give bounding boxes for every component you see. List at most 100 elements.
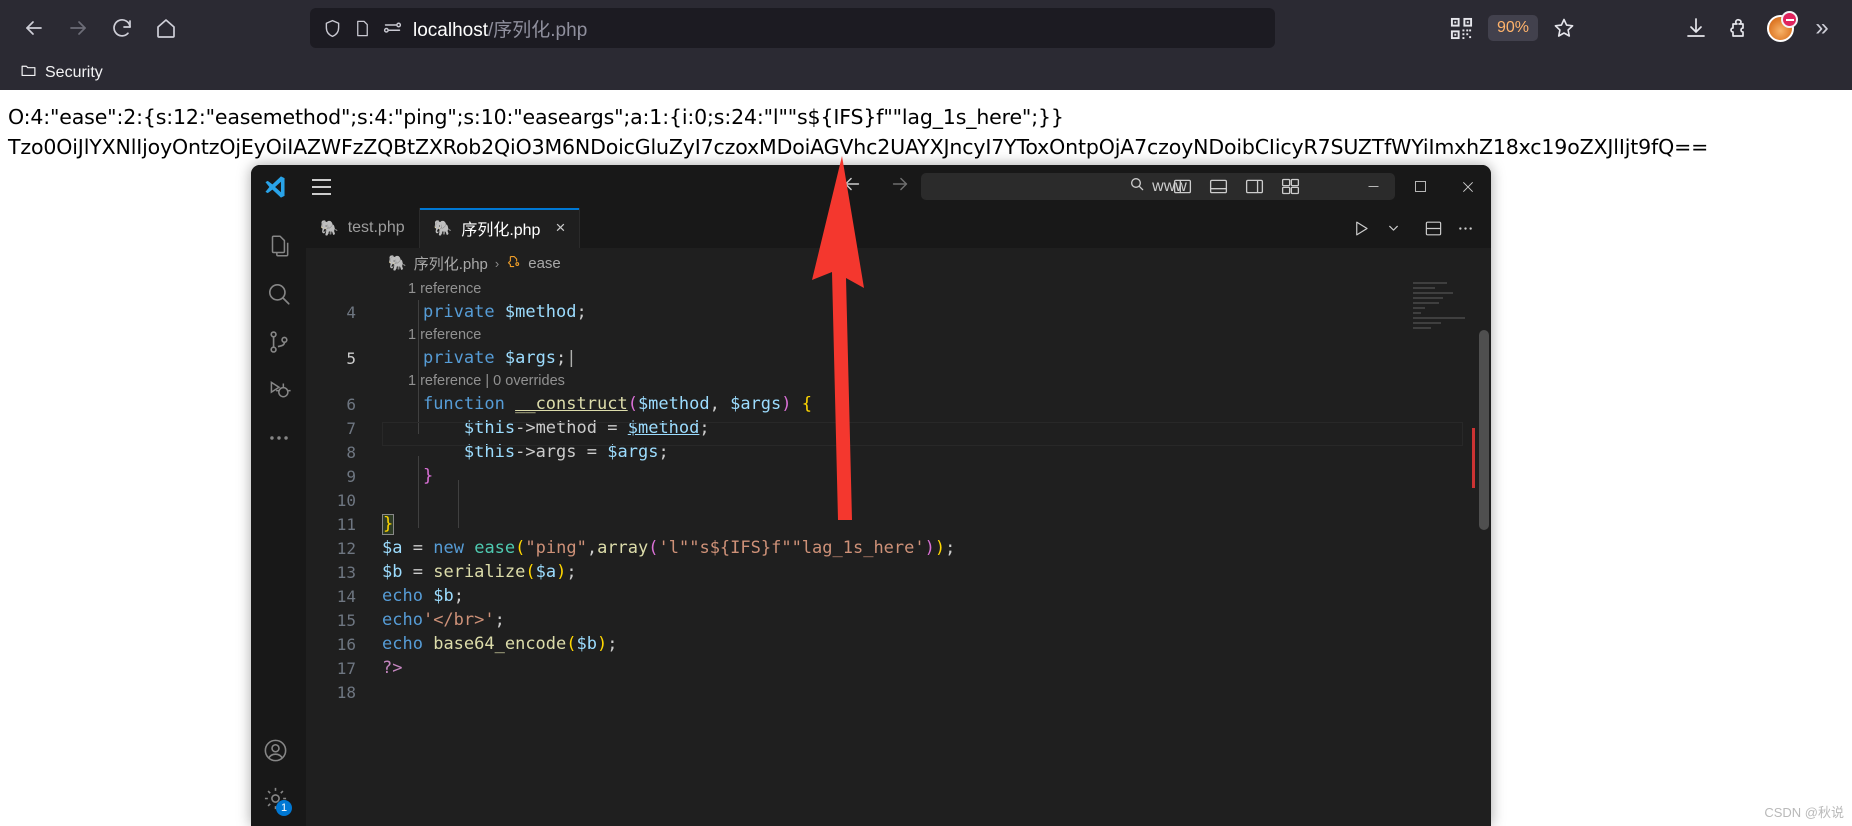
activity-bar-bottom: 1: [251, 726, 306, 822]
nav-button-group: [0, 8, 186, 48]
code-row: 14 echo $b;: [306, 584, 1491, 608]
more-actions-icon[interactable]: [1451, 214, 1479, 242]
code-row: 8 $this->args = $args;: [306, 440, 1491, 464]
code-row: 16 echo base64_encode($b);: [306, 632, 1491, 656]
code-row: 6 function __construct($method, $args) {: [306, 392, 1491, 416]
tab-xuliehua-php[interactable]: 🐘 序列化.php ×: [419, 208, 581, 248]
customize-layout-icon[interactable]: [1277, 174, 1303, 200]
bookmarks-bar: Security: [0, 56, 1852, 90]
vscode-titlebar: www: [251, 165, 1491, 208]
tab-test-php[interactable]: 🐘 test.php: [306, 208, 420, 248]
run-chevron-down-icon[interactable]: [1379, 214, 1407, 242]
tracking-protection-icon[interactable]: [382, 18, 403, 39]
vscode-menu-icon[interactable]: [299, 178, 343, 195]
close-button[interactable]: [1444, 165, 1491, 208]
activity-explorer-icon[interactable]: [255, 222, 303, 270]
php-icon: 🐘: [388, 254, 407, 272]
home-button[interactable]: [146, 8, 186, 48]
address-bar[interactable]: localhost/序列化.php: [310, 8, 1275, 48]
extensions-icon[interactable]: [1718, 8, 1758, 48]
split-editor-icon[interactable]: [1419, 214, 1447, 242]
command-center-search[interactable]: www: [921, 173, 1395, 200]
vscode-logo-icon: [251, 174, 299, 200]
code-text: echo'</br>';: [382, 610, 505, 630]
toggle-panel-icon[interactable]: [1205, 174, 1231, 200]
code-text: }: [382, 513, 395, 535]
downloads-icon[interactable]: [1676, 8, 1716, 48]
minimize-button[interactable]: [1350, 165, 1397, 208]
editor-scrollbar[interactable]: [1479, 330, 1489, 530]
line-number: 13: [336, 562, 356, 582]
activity-more-icon[interactable]: [255, 414, 303, 462]
code-lens[interactable]: 1 reference | 0 overrides: [306, 370, 1491, 392]
code-lens[interactable]: 1 reference: [306, 278, 1491, 300]
url-host: localhost: [413, 19, 488, 41]
settings-badge: 1: [276, 800, 292, 816]
line-number: 17: [336, 658, 356, 678]
line-number: 15: [336, 610, 356, 630]
line-number: 18: [336, 682, 356, 702]
code-text: function __construct($method, $args) {: [422, 394, 813, 414]
url-text[interactable]: localhost/序列化.php: [413, 15, 587, 42]
minimap[interactable]: [1413, 282, 1477, 822]
code-lens[interactable]: 1 reference: [306, 324, 1491, 346]
forward-button[interactable]: [58, 8, 98, 48]
account-avatar[interactable]: [1760, 8, 1800, 48]
activity-accounts-icon[interactable]: [251, 726, 299, 774]
code-row: 7 $this->method = $method;: [306, 416, 1491, 440]
run-icon[interactable]: [1347, 214, 1375, 242]
code-text: $this->args = $args;: [463, 442, 669, 462]
browser-toolbar: localhost/序列化.php 90% »: [0, 0, 1852, 56]
layout-controls: [1169, 174, 1303, 200]
code-lens-text: 1 reference: [408, 327, 482, 343]
code-row: 9 }: [306, 464, 1491, 488]
toggle-primary-sidebar-icon[interactable]: [1169, 174, 1195, 200]
qr-code-icon[interactable]: [1442, 8, 1482, 48]
bookmark-item-security[interactable]: Security: [14, 59, 109, 87]
code-row: 5 private $args;|: [306, 346, 1491, 370]
code-text: private $method;: [422, 302, 587, 322]
line-number: 14: [336, 586, 356, 606]
line-number: 7: [346, 418, 356, 438]
overflow-menu-button[interactable]: »: [1802, 8, 1842, 48]
editor-tab-actions: [1347, 208, 1491, 248]
zoom-level-badge[interactable]: 90%: [1487, 15, 1538, 41]
editor-forward-arrow-icon[interactable]: [889, 173, 911, 200]
line-number: 5: [346, 348, 356, 368]
code-row: 18: [306, 680, 1491, 704]
code-text: $a = new ease("ping",array('l""s${IFS}f"…: [382, 538, 956, 558]
indent-guide: [458, 480, 459, 528]
toggle-secondary-sidebar-icon[interactable]: [1241, 174, 1267, 200]
tab-label: 序列化.php: [461, 222, 541, 239]
code-text: echo base64_encode($b);: [382, 634, 618, 654]
back-button[interactable]: [14, 8, 54, 48]
maximize-button[interactable]: [1397, 165, 1444, 208]
vscode-nav-arrows: [841, 173, 911, 200]
breadcrumb-symbol[interactable]: ease: [528, 255, 561, 272]
line-number: 16: [336, 634, 356, 654]
code-row: 12 $a = new ease("ping",array('l""s${IFS…: [306, 536, 1491, 560]
code-editor[interactable]: 1 reference 4 private $method; 1 referen…: [306, 278, 1491, 826]
php-icon: 🐘: [433, 219, 453, 237]
line-number: 12: [336, 538, 356, 558]
activity-bar: 1: [251, 208, 306, 826]
line-number: 8: [346, 442, 356, 462]
tab-label: test.php: [347, 219, 405, 236]
line-number: 9: [346, 466, 356, 486]
line-number: 10: [336, 490, 356, 510]
activity-source-control-icon[interactable]: [255, 318, 303, 366]
shield-icon[interactable]: [322, 18, 343, 39]
code-text: echo $b;: [382, 586, 464, 606]
search-icon: [1129, 176, 1145, 197]
tab-close-icon[interactable]: ×: [555, 218, 565, 238]
activity-search-icon[interactable]: [255, 270, 303, 318]
page-info-icon[interactable]: [353, 19, 372, 38]
editor-back-arrow-icon[interactable]: [841, 173, 863, 200]
activity-settings-gear-icon[interactable]: 1: [251, 774, 299, 822]
reload-button[interactable]: [102, 8, 142, 48]
editor-area: 🐘 test.php 🐘 序列化.php × 🐘 序列化.php › ease …: [306, 208, 1491, 826]
activity-run-debug-icon[interactable]: [255, 366, 303, 414]
breadcrumb-file[interactable]: 序列化.php: [414, 253, 488, 274]
url-path: /序列化.php: [488, 19, 588, 41]
bookmark-star-icon[interactable]: [1544, 8, 1584, 48]
